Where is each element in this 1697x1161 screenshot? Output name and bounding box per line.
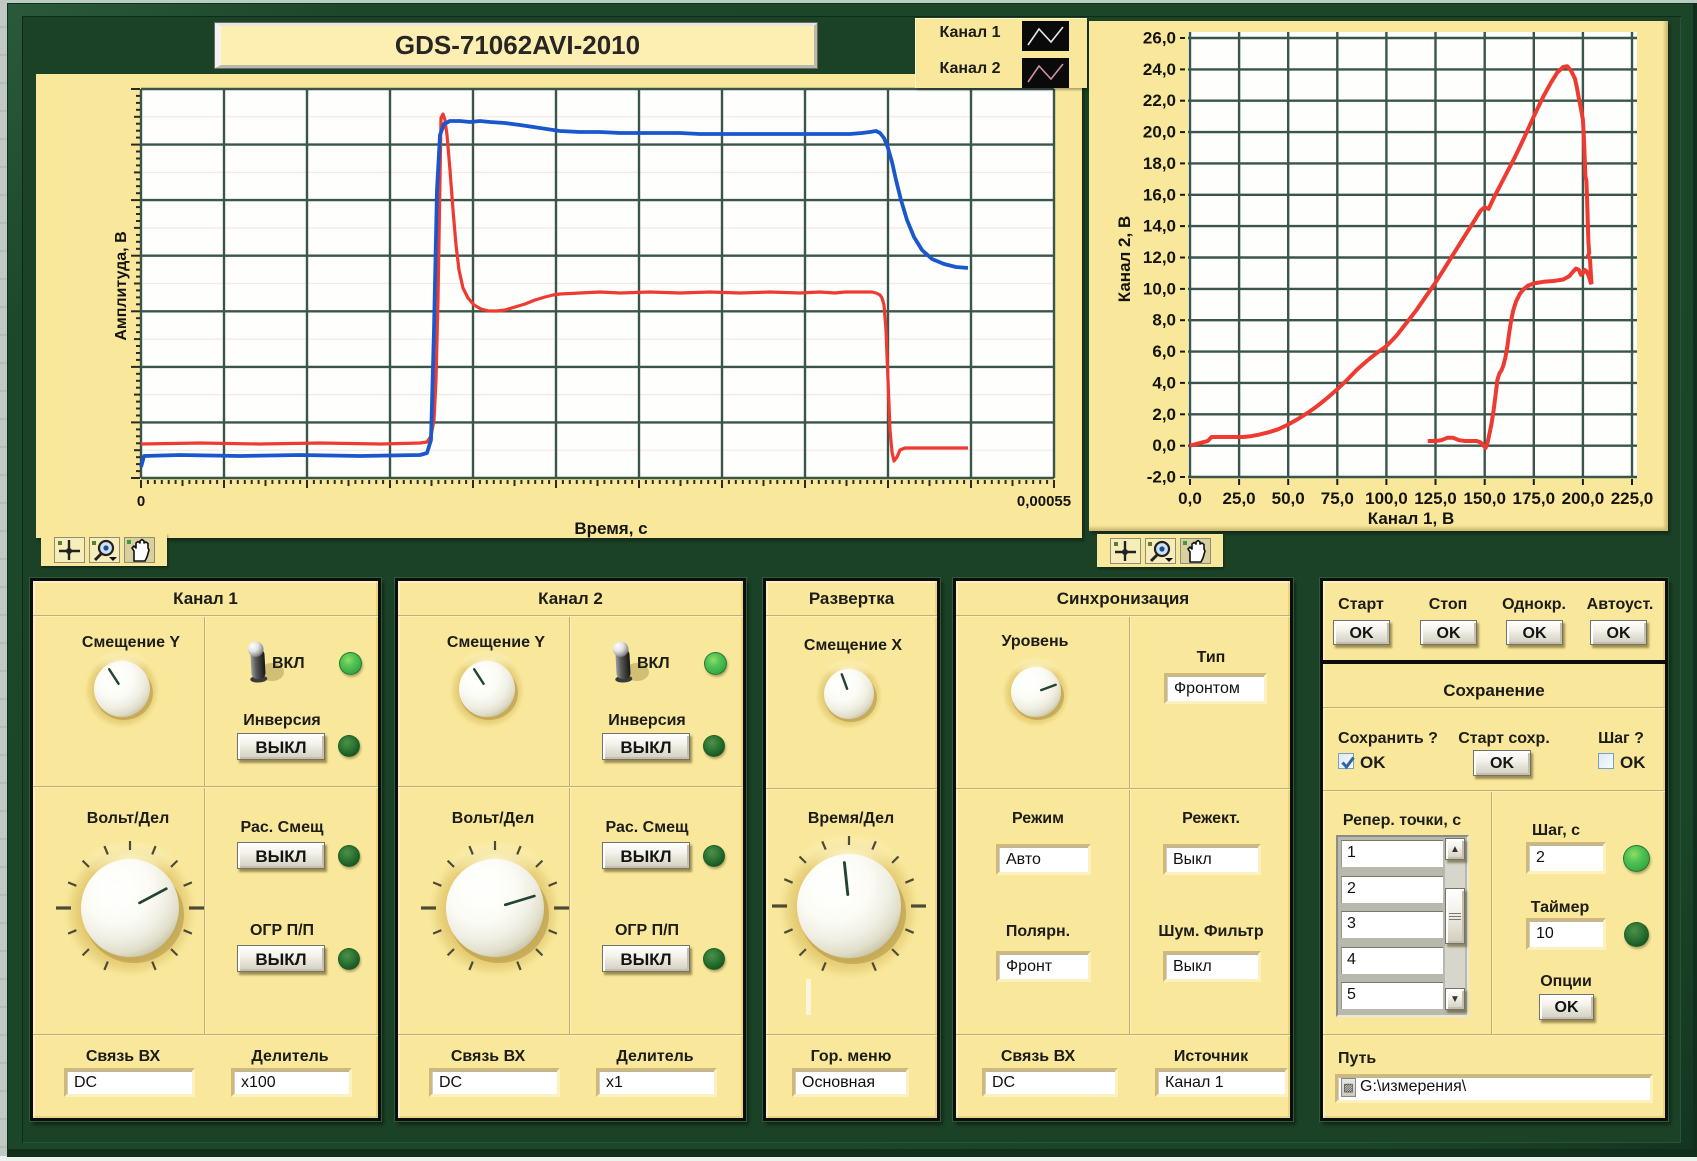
svg-text:14,0: 14,0 xyxy=(1143,217,1176,236)
svg-text:25,0: 25,0 xyxy=(1223,489,1256,508)
svg-text:10,0: 10,0 xyxy=(1143,279,1176,298)
svg-text:100,0: 100,0 xyxy=(1365,489,1408,508)
svg-text:0: 0 xyxy=(137,493,145,510)
svg-text:18,0: 18,0 xyxy=(1143,154,1176,173)
svg-text:12,0: 12,0 xyxy=(1143,248,1176,267)
svg-text:200,0: 200,0 xyxy=(1562,489,1605,508)
svg-text:225,0: 225,0 xyxy=(1611,489,1654,508)
svg-text:8,0: 8,0 xyxy=(1152,311,1176,330)
svg-text:6,0: 6,0 xyxy=(1152,342,1176,361)
svg-text:50,0: 50,0 xyxy=(1272,489,1305,508)
svg-text:75,0: 75,0 xyxy=(1321,489,1354,508)
svg-text:150,0: 150,0 xyxy=(1463,489,1506,508)
svg-text:20,0: 20,0 xyxy=(1143,123,1176,142)
svg-text:Амплитуда, В: Амплитуда, В xyxy=(113,231,130,340)
svg-text:125,0: 125,0 xyxy=(1414,489,1457,508)
svg-text:Время, с: Время, с xyxy=(574,519,647,538)
svg-text:24,0: 24,0 xyxy=(1143,60,1176,79)
svg-text:0,00055: 0,00055 xyxy=(1017,493,1071,510)
svg-text:0,0: 0,0 xyxy=(1178,489,1202,508)
svg-text:Канал 1, В: Канал 1, В xyxy=(1368,509,1454,528)
svg-text:-2,0: -2,0 xyxy=(1147,468,1176,487)
svg-text:2,0: 2,0 xyxy=(1152,405,1176,424)
svg-text:4,0: 4,0 xyxy=(1152,373,1176,392)
svg-text:22,0: 22,0 xyxy=(1143,91,1176,110)
svg-text:Канал 2, В: Канал 2, В xyxy=(1115,216,1134,302)
svg-text:175,0: 175,0 xyxy=(1513,489,1556,508)
svg-text:16,0: 16,0 xyxy=(1143,185,1176,204)
svg-text:0,0: 0,0 xyxy=(1152,436,1176,455)
svg-text:26,0: 26,0 xyxy=(1143,29,1176,48)
